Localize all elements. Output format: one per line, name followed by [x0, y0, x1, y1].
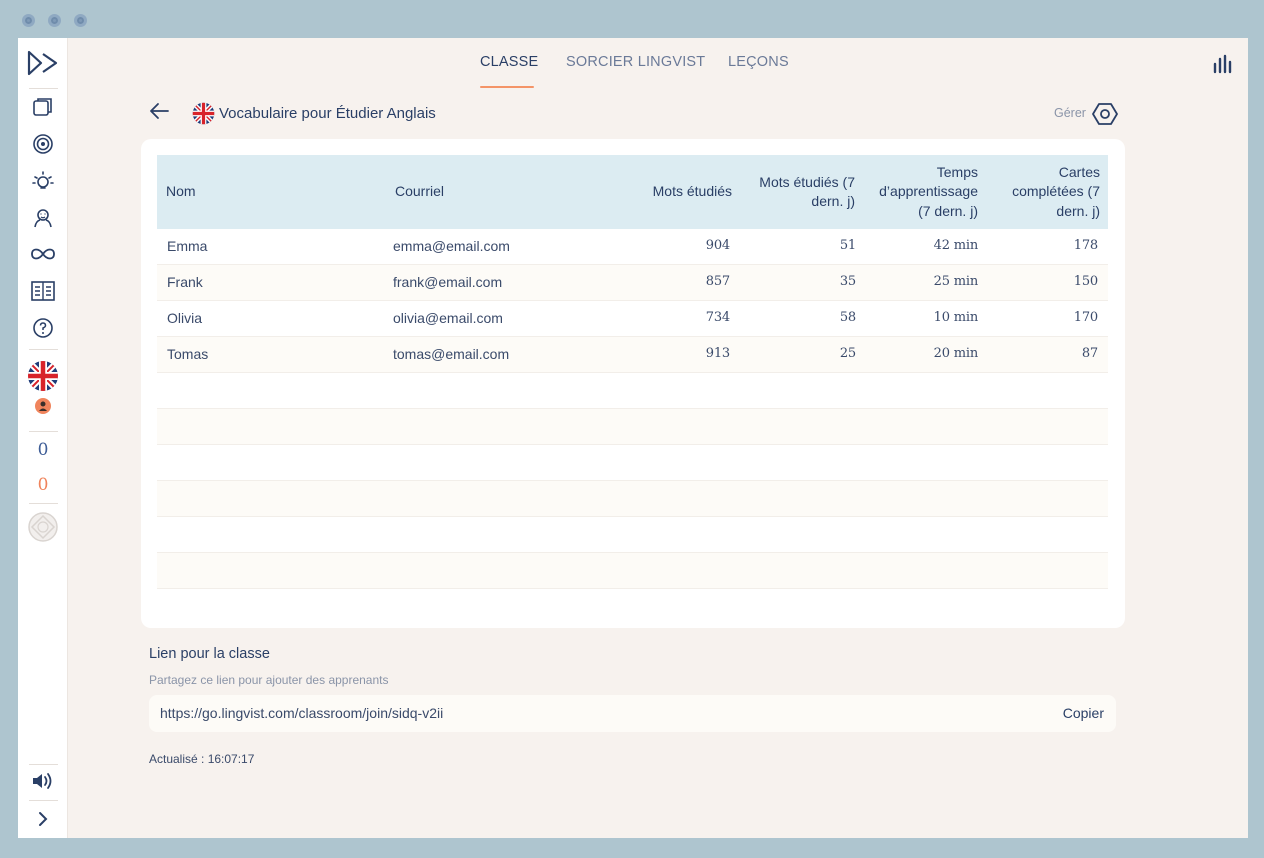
window-dot-icon[interactable]: [74, 14, 87, 27]
cell-email: olivia@email.com: [393, 310, 503, 326]
window-dot-icon[interactable]: [22, 14, 35, 27]
statistics-icon[interactable]: [1212, 54, 1232, 79]
table-row[interactable]: Emma emma@email.com 904 51 42 min 178: [157, 229, 1108, 265]
target-icon[interactable]: [18, 129, 68, 159]
class-link-url[interactable]: https://go.lingvist.com/classroom/join/s…: [160, 705, 443, 721]
manage-button[interactable]: Gérer: [1054, 106, 1086, 120]
cell-learning-time-7d: 42 min: [933, 238, 979, 253]
active-tab-indicator: [480, 86, 534, 88]
cell-learning-time-7d: 20 min: [933, 346, 979, 361]
cell-email: tomas@email.com: [393, 346, 510, 362]
cell-words-studied: 904: [705, 238, 730, 253]
cell-cards-completed-7d: 87: [1081, 346, 1098, 361]
students-table-card: Nom Courriel Mots étudiés Mots étudiés (…: [141, 139, 1125, 628]
cell-words-studied-7d: 35: [839, 274, 856, 289]
column-header-cards-completed-7d[interactable]: Cartes complétées (7 dern. j): [992, 155, 1100, 229]
uk-flag-icon: [192, 102, 215, 130]
copy-button[interactable]: Copier: [1063, 705, 1104, 721]
column-header-learning-time-7d[interactable]: Temps d’apprentissage (7 dern. j): [867, 155, 978, 229]
cell-cards-completed-7d: 178: [1073, 238, 1098, 253]
cell-name: Tomas: [167, 346, 209, 362]
column-header-name[interactable]: Nom: [166, 155, 366, 229]
table-row[interactable]: Frank frank@email.com 857 35 25 min 150: [157, 265, 1108, 301]
cell-cards-completed-7d: 150: [1073, 274, 1098, 289]
cell-name: Olivia: [167, 310, 203, 326]
cell-learning-time-7d: 25 min: [933, 274, 979, 289]
last-updated-time: Actualisé : 16:07:17: [149, 752, 255, 766]
tab-sorcier-lingvist[interactable]: SORCIER LINGVIST: [566, 54, 705, 70]
tab-lecons[interactable]: LEÇONS: [728, 54, 789, 70]
window-dot-icon[interactable]: [48, 14, 61, 27]
table-row[interactable]: Olivia olivia@email.com 734 58 10 min 17…: [157, 301, 1108, 337]
sidebar-counter-blue: 0: [37, 440, 49, 460]
column-header-words-studied-7d[interactable]: Mots étudiés (7 dern. j): [743, 155, 855, 229]
help-icon[interactable]: [18, 313, 68, 343]
book-icon[interactable]: [18, 276, 68, 306]
top-tabs: CLASSE SORCIER LINGVIST LEÇONS: [18, 52, 1248, 92]
course-title: Vocabulaire pour Étudier Anglais: [219, 105, 436, 122]
cell-email: frank@email.com: [393, 274, 503, 290]
cell-words-studied-7d: 58: [839, 310, 856, 325]
cell-name: Frank: [167, 274, 203, 290]
table-row-empty: [157, 553, 1108, 589]
infinity-icon[interactable]: [18, 239, 68, 269]
cards-icon[interactable]: [18, 92, 68, 122]
cell-cards-completed-7d: 170: [1073, 310, 1098, 325]
class-link-title: Lien pour la classe: [149, 646, 270, 662]
settings-hexagon-icon[interactable]: [1092, 101, 1118, 132]
table-row[interactable]: Tomas tomas@email.com 913 25 20 min 87: [157, 337, 1108, 373]
class-link-field[interactable]: https://go.lingvist.com/classroom/join/s…: [149, 695, 1116, 732]
table-row-empty: [157, 373, 1108, 409]
chevron-right-icon[interactable]: [18, 804, 68, 834]
coin-icon[interactable]: [18, 512, 68, 542]
speaker-icon[interactable]: [18, 766, 68, 796]
class-link-subtitle: Partagez ce lien pour ajouter des appren…: [149, 673, 389, 687]
table-row-empty: [157, 481, 1108, 517]
cell-words-studied: 734: [705, 310, 730, 325]
cell-name: Emma: [167, 238, 208, 254]
avatar-icon[interactable]: [18, 391, 68, 421]
table-row-empty: [157, 517, 1108, 553]
column-header-words-studied[interactable]: Mots étudiés: [627, 155, 732, 229]
lightbulb-icon[interactable]: [18, 166, 68, 196]
cell-words-studied: 857: [705, 274, 730, 289]
table-header: Nom Courriel Mots étudiés Mots étudiés (…: [157, 155, 1108, 229]
cell-words-studied-7d: 51: [839, 238, 856, 253]
back-arrow-icon[interactable]: [148, 101, 170, 126]
window-titlebar: [0, 0, 1264, 38]
table-row-empty: [157, 445, 1108, 481]
cell-email: emma@email.com: [393, 238, 510, 254]
sidebar: 0 0: [18, 38, 68, 838]
cell-words-studied-7d: 25: [839, 346, 856, 361]
sidebar-counter-orange: 0: [37, 475, 49, 495]
tab-classe[interactable]: CLASSE: [480, 54, 538, 70]
column-header-email[interactable]: Courriel: [395, 155, 595, 229]
cell-words-studied: 913: [705, 346, 730, 361]
table-row-empty: [157, 409, 1108, 445]
challenges-icon[interactable]: [18, 203, 68, 233]
uk-flag-icon[interactable]: [18, 361, 68, 391]
app-window: 0 0 CLASSE SORCIER LINGVIST LEÇONS Vocab…: [18, 38, 1248, 838]
cell-learning-time-7d: 10 min: [933, 310, 979, 325]
